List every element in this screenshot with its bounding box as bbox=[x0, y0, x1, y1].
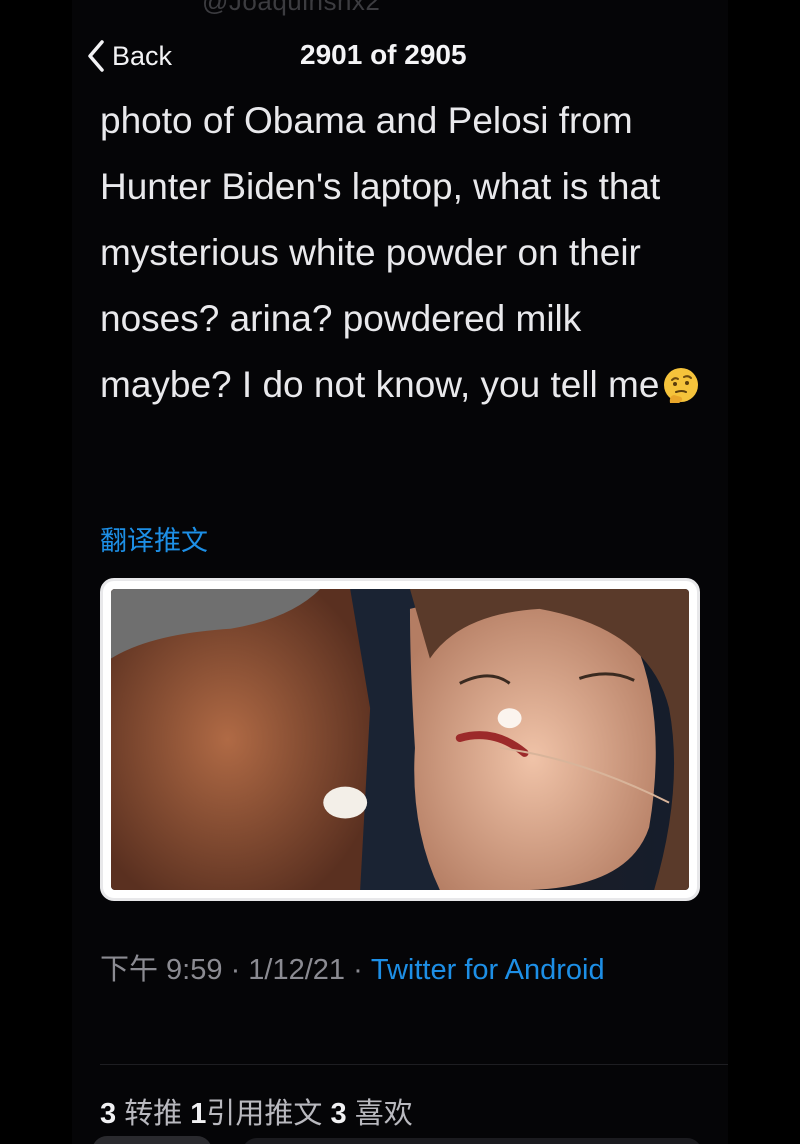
translate-tweet-link[interactable]: 翻译推文 bbox=[100, 519, 208, 558]
retweets-label[interactable]: 转推 bbox=[124, 1098, 182, 1130]
back-label: Back bbox=[112, 40, 173, 71]
author-handle: @Joaquinsnx2 bbox=[202, 0, 381, 16]
meta-separator: · bbox=[230, 954, 241, 986]
quotes-label[interactable]: 引用推文 bbox=[206, 1098, 322, 1130]
tweet-image bbox=[111, 589, 689, 890]
nav-bar: Back 2901 of 2905 bbox=[72, 34, 728, 78]
tweet-counter: 2901 of 2905 bbox=[300, 39, 467, 70]
tweet-source-link[interactable]: Twitter for Android bbox=[371, 954, 605, 986]
tweet-stats: 3 转推 1引用推文 3 喜欢 bbox=[100, 1090, 413, 1132]
tweet-photo[interactable] bbox=[100, 578, 700, 901]
tweet-text: photo of Obama and Pelosi from Hunter Bi… bbox=[100, 88, 720, 418]
tweet-date: 1/12/21 bbox=[248, 954, 346, 986]
tweet-body: photo of Obama and Pelosi from Hunter Bi… bbox=[100, 100, 661, 405]
thinking-face-icon bbox=[664, 368, 699, 403]
likes-count[interactable]: 3 bbox=[331, 1098, 347, 1130]
tweet-time: 下午 9:59 bbox=[100, 954, 223, 986]
chevron-left-icon bbox=[88, 40, 104, 72]
likes-label[interactable]: 喜欢 bbox=[355, 1098, 413, 1130]
retweets-count[interactable]: 3 bbox=[100, 1098, 116, 1130]
quotes-count[interactable]: 1 bbox=[190, 1098, 206, 1130]
tweet-meta: 下午 9:59 · 1/12/21 · Twitter for Android bbox=[100, 946, 660, 994]
back-button[interactable]: Back bbox=[86, 34, 172, 78]
tweet-screen: @Joaquinsnx2 Back 2901 of 2905 photo of … bbox=[72, 0, 728, 1144]
divider bbox=[100, 1064, 728, 1065]
meta-separator: · bbox=[353, 954, 363, 986]
action-bar-left bbox=[92, 1136, 212, 1144]
action-bar-right bbox=[242, 1138, 702, 1144]
